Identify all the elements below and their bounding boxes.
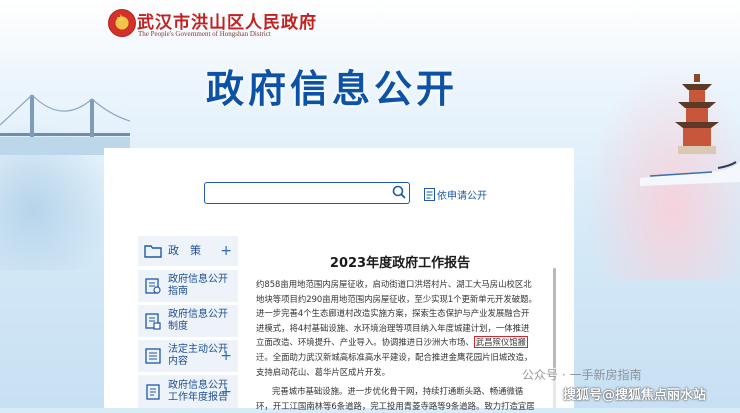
scrollbar-thumb[interactable] [553,268,556,368]
body-line: 迁。全面助力武汉新城高标准高水平建设，配合推进金鹰花园片旧城改造， [256,351,533,362]
report-icon [146,383,160,400]
high-speed-train-illustration [640,161,740,186]
sidebar-item-label: 政府信息公开指南 [168,274,228,297]
apply-disclosure-label: 依申请公开 [437,190,487,202]
watermark-public-account: 公众号 · 一手新房指南 [522,368,642,382]
rules-icon [145,313,161,330]
expand-plus-icon[interactable]: + [220,348,232,364]
highlighted-text: 武昌殡仪馆搬 [473,336,528,349]
sidebar-item-label: 政府信息公开制度 [168,309,228,332]
body-line: 环，开工江国南林等6条道路，完工投用青菱寺路等9条道路。致力打造宜居 [256,400,535,411]
expand-plus-icon[interactable]: + [220,243,232,259]
list-icon [145,348,161,364]
search-input[interactable] [204,182,410,204]
sidebar-item-annual-report[interactable]: 政府信息公开工作年度报告 + [138,375,238,408]
bridge-illustration [0,94,130,155]
sidebar-item-guide[interactable]: 政府信息公开指南 [138,270,238,302]
body-line: 约858亩用地范围内房屋征收，启动街道口洪塔村片、湖工大马房山校区北 [256,279,532,289]
body-line: 立面改造、环境提升、产业导入。协调推进日沙洲大市场、 [256,337,474,348]
sidebar-item-public-content[interactable]: 法定主动公开内容 + [138,340,238,372]
sidebar-item-label: 政 策 [168,244,201,257]
watermark-sohu: 搜狐号@搜狐焦点丽水站 [563,388,707,403]
report-body: 约858亩用地范围内房屋征收，启动街道口洪塔村片、湖工大马房山校区北 地块等项目… [256,277,546,413]
expand-plus-icon[interactable]: + [220,384,232,400]
body-line: 支持启动花山、葛华片区成片开发。 [256,366,390,377]
folder-icon [144,245,162,258]
guide-icon [145,278,161,294]
star-icon: ★ [116,12,126,25]
report-title: 2023年度政府工作报告 [329,256,471,271]
document-icon [424,187,435,201]
page-title: 政府信息公开 [206,67,459,111]
body-line: 进模式，将4村基础设施、水环境治理等项目纳入年度城建计划，一体推进 [256,322,530,333]
sidebar-item-policy[interactable]: 政 策 + [138,236,238,266]
apply-disclosure-button[interactable]: 依申请公开 [424,185,487,203]
pagoda-illustration [675,74,719,154]
site-subtitle: The People's Government of Hongshan Dist… [138,30,271,38]
search-icon[interactable] [392,185,406,199]
body-line: 进一步完善4个生态廊道村改造实施方案，探索生态保护与产业发展融合开 [256,308,530,319]
body-line: 地块等项目约290亩用地范围内房屋征收，至少实现1个更新单元开发破题。 [256,293,537,304]
body-line-highlight-row: 立面改造、环境提升、产业导入。协调推进日沙洲大市场、 武昌殡仪馆搬 [256,335,546,350]
body-line: 完善城市基础设施。进一步优化骨干网，持续打通断头路、畅通微循 [272,386,524,397]
sidebar-item-rules[interactable]: 政府信息公开制度 [138,305,238,337]
